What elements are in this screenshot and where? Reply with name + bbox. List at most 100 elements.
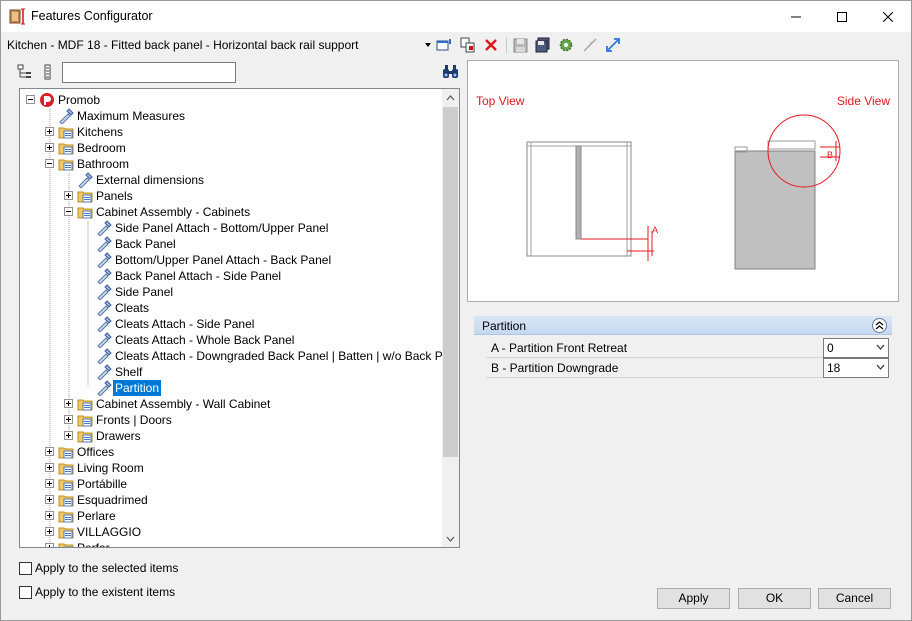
tree-node-cabinet-assembly-wall-cabinet[interactable]: Cabinet Assembly - Wall Cabinet <box>20 396 440 412</box>
collapse-tree-button[interactable] <box>16 63 34 81</box>
expand-node-icon[interactable] <box>45 543 54 547</box>
tree-node-kitchens[interactable]: Kitchens <box>20 124 440 140</box>
maximize-button[interactable] <box>819 1 865 32</box>
property-row: B - Partition Downgrade 18 <box>486 358 892 378</box>
tree-node-maximum-measures[interactable]: Maximum Measures <box>20 108 440 125</box>
tree-node-living-room[interactable]: Living Room <box>20 460 440 476</box>
expand-node-icon[interactable] <box>64 191 73 200</box>
marker-a: A <box>652 225 658 235</box>
tree-node-side-panel-attach-bottom-upper-panel[interactable]: Side Panel Attach - Bottom/Upper Panel <box>20 220 440 237</box>
apply-button[interactable]: Apply <box>657 588 730 609</box>
expand-node-icon[interactable] <box>45 143 54 152</box>
tree-node-villaggio[interactable]: VILLAGGIO <box>20 524 440 540</box>
tree-node-label: Perlare <box>77 509 116 523</box>
expand-button[interactable] <box>604 36 622 54</box>
tree-node-perlare[interactable]: Perlare <box>20 508 440 524</box>
app-icon <box>9 8 25 25</box>
collapse-node-icon[interactable] <box>64 207 73 216</box>
close-button[interactable] <box>865 1 911 32</box>
gear-icon <box>559 38 573 52</box>
folder-icon <box>77 204 93 220</box>
expand-node-icon[interactable] <box>64 399 73 408</box>
binoculars-icon[interactable] <box>442 64 459 79</box>
features-tree[interactable]: Porfar VILLAGGIO Perlare Esquadrimed Portábi… <box>19 88 460 548</box>
collapse-button[interactable] <box>581 36 599 54</box>
title-bar: Features Configurator <box>1 1 911 32</box>
tree-node-external-dimensions[interactable]: External dimensions <box>20 172 440 189</box>
partition-front-retreat-select[interactable]: 0 <box>823 338 889 358</box>
window-title: Features Configurator <box>31 9 153 23</box>
toolbar: Kitchen - MDF 18 - Fitted back panel - H… <box>1 32 911 58</box>
save-all-button[interactable] <box>534 36 552 54</box>
tree-node-back-panel-attach-side-panel[interactable]: Back Panel Attach - Side Panel <box>20 268 440 285</box>
tree-node-label: Kitchens <box>77 125 124 139</box>
tree-node-side-panel[interactable]: Side Panel <box>20 284 440 301</box>
tree-node-cleats-attach-side-panel[interactable]: Cleats Attach - Side Panel <box>20 316 440 333</box>
expand-node-icon[interactable] <box>45 495 54 504</box>
folder-icon <box>77 412 93 428</box>
property-value: 18 <box>827 361 841 375</box>
cancel-button[interactable]: Cancel <box>818 588 891 609</box>
tree-node-label: Portábille <box>77 477 128 491</box>
tree-node-bedroom[interactable]: Bedroom <box>20 140 440 156</box>
close-icon <box>883 11 893 22</box>
collapse-node-icon[interactable] <box>45 159 54 168</box>
folder-icon <box>77 428 93 444</box>
tree-node-drawers[interactable]: Drawers <box>20 428 440 444</box>
ok-button[interactable]: OK <box>738 588 811 609</box>
scroll-up-button[interactable] <box>442 89 459 106</box>
tree-node-esquadrimed[interactable]: Esquadrimed <box>20 492 440 508</box>
property-name: A - Partition Front Retreat <box>486 338 823 358</box>
tree-node-partition[interactable]: Partition <box>20 379 440 397</box>
partition-downgrade-select[interactable]: 18 <box>823 358 889 378</box>
expand-node-icon[interactable] <box>45 511 54 520</box>
search-input[interactable] <box>62 62 236 83</box>
new-configuration-button[interactable] <box>435 36 453 54</box>
expand-tree-button[interactable] <box>40 63 58 81</box>
tree-node-label: Esquadrimed <box>77 493 148 507</box>
folder-icon <box>58 492 74 508</box>
tree-node-panels[interactable]: Panels <box>20 188 440 204</box>
property-group-header[interactable]: Partition <box>474 316 892 335</box>
tree-node-cleats[interactable]: Cleats <box>20 300 440 317</box>
tree-scrollbar[interactable] <box>442 89 459 547</box>
collapse-group-button[interactable] <box>872 318 887 333</box>
tree-node-label: Cleats Attach - Downgraded Back Panel | … <box>115 349 460 363</box>
scroll-down-button[interactable] <box>442 530 459 547</box>
scroll-thumb[interactable] <box>443 107 458 457</box>
copy-configuration-button[interactable] <box>459 36 477 54</box>
copy-icon <box>460 37 475 53</box>
expand-node-icon[interactable] <box>64 415 73 424</box>
tree-node-bottom-upper-panel-attach-back-panel[interactable]: Bottom/Upper Panel Attach - Back Panel <box>20 252 440 269</box>
tree-node-label: Partition <box>111 379 163 397</box>
expand-node-icon[interactable] <box>45 447 54 456</box>
tree-node-fronts-doors[interactable]: Fronts | Doors <box>20 412 440 428</box>
tree-node-cleats-attach-whole-back-panel[interactable]: Cleats Attach - Whole Back Panel <box>20 332 440 349</box>
tree-node-label: Cabinet Assembly - Cabinets <box>96 205 251 219</box>
tree-node-bathroom[interactable]: Bathroom <box>20 156 440 172</box>
tree-node-back-panel[interactable]: Back Panel <box>20 236 440 253</box>
expand-node-icon[interactable] <box>45 527 54 536</box>
tree-node-shelf[interactable]: Shelf <box>20 364 440 381</box>
minimize-button[interactable] <box>773 1 819 32</box>
save-button[interactable] <box>511 36 529 54</box>
tree-node-cabinet-assembly-cabinets[interactable]: Cabinet Assembly - Cabinets <box>20 204 440 220</box>
tree-node-offices[interactable]: Offices <box>20 444 440 460</box>
preview-panel: Top View Side View A B <box>467 60 899 302</box>
folder-icon <box>58 124 74 140</box>
delete-configuration-button[interactable] <box>482 36 500 54</box>
expand-node-icon[interactable] <box>45 127 54 136</box>
tree-node-port-bille[interactable]: Portábille <box>20 476 440 492</box>
expand-node-icon[interactable] <box>45 463 54 472</box>
tree-node-porfar[interactable]: Porfar <box>20 540 440 547</box>
tree-node-label: Fronts | Doors <box>96 413 172 427</box>
tree-node-cleats-attach-downgraded-back-panel-batten-w-o-back-panel[interactable]: Cleats Attach - Downgraded Back Panel | … <box>20 348 459 365</box>
apply-selected-checkbox[interactable] <box>19 562 32 575</box>
configuration-dropdown[interactable]: Kitchen - MDF 18 - Fitted back panel - H… <box>5 36 431 55</box>
apply-existent-checkbox[interactable] <box>19 586 32 599</box>
expand-node-icon[interactable] <box>64 431 73 440</box>
tree-node-promob[interactable]: Promob <box>20 92 440 108</box>
expand-node-icon[interactable] <box>45 479 54 488</box>
collapse-node-icon[interactable] <box>26 95 35 104</box>
settings-button[interactable] <box>557 36 575 54</box>
